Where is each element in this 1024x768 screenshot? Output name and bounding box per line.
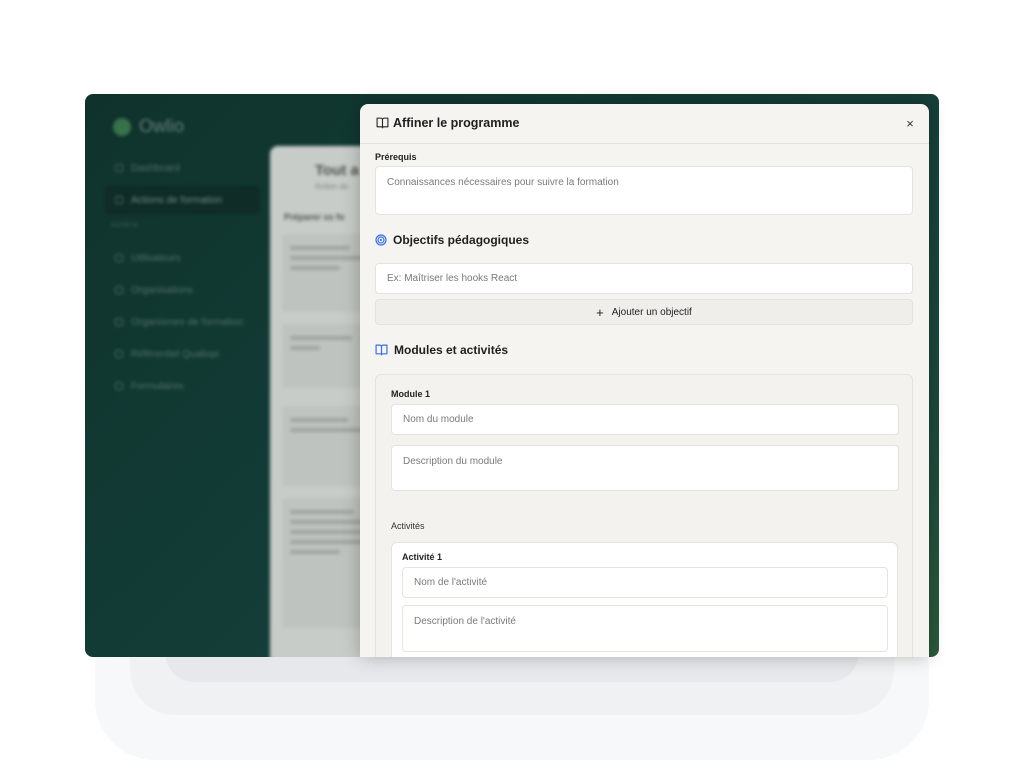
module-description-textarea[interactable]: Description du module bbox=[391, 445, 899, 491]
objectif-input[interactable]: Ex: Maîtriser les hooks React bbox=[375, 263, 913, 294]
sidebar-item-label: Utilisateurs bbox=[131, 252, 181, 264]
page-subtitle: Action de bbox=[315, 182, 349, 191]
sidebar-item-label: Référentiel Qualiopi bbox=[131, 348, 219, 360]
activity-label: Activité 1 bbox=[402, 552, 443, 562]
sidebar-item-referentiel[interactable]: Référentiel Qualiopi bbox=[105, 340, 260, 368]
building-icon bbox=[115, 286, 123, 294]
activity-name-input[interactable]: Nom de l'activité bbox=[402, 567, 888, 598]
sidebar-item-actions-de-formation[interactable]: Actions de formation bbox=[105, 186, 260, 214]
background-card bbox=[282, 324, 372, 388]
school-icon bbox=[115, 318, 123, 326]
checklist-icon bbox=[115, 350, 123, 358]
add-objectif-label: Ajouter un objectif bbox=[611, 306, 692, 318]
dashboard-icon bbox=[115, 164, 123, 172]
sidebar-nav: Dashboard Actions de formation ADMIN Uti… bbox=[105, 154, 260, 404]
program-modal: Affiner le programme × Prérequis Connais… bbox=[360, 104, 929, 657]
background-card bbox=[282, 406, 372, 486]
screenshot-stage: Owlio Dashboard Actions de formation ADM… bbox=[0, 0, 1024, 768]
background-card bbox=[282, 234, 372, 312]
sidebar-item-dashboard[interactable]: Dashboard bbox=[105, 154, 260, 182]
sidebar-item-label: Actions de formation bbox=[131, 194, 223, 206]
sidebar-group-label: ADMIN bbox=[111, 222, 139, 229]
users-icon bbox=[115, 254, 123, 262]
sidebar-item-utilisateurs[interactable]: Utilisateurs bbox=[105, 244, 260, 272]
sidebar-item-organisations[interactable]: Organisations bbox=[105, 276, 260, 304]
sidebar-item-label: Dashboard bbox=[131, 162, 180, 174]
page-title: Tout a bbox=[315, 162, 359, 179]
background-sidebar: Owlio Dashboard Actions de formation ADM… bbox=[85, 94, 270, 657]
book-icon bbox=[375, 344, 388, 356]
plus-icon: + bbox=[596, 304, 604, 320]
module-name-input[interactable]: Nom du module bbox=[391, 404, 899, 435]
section-heading: Préparer ss fo bbox=[284, 212, 345, 222]
close-icon[interactable]: × bbox=[900, 114, 920, 134]
logo-icon bbox=[113, 117, 131, 136]
sidebar-item-formulaires[interactable]: Formulaires bbox=[105, 372, 260, 400]
modules-section-title: Modules et activités bbox=[375, 343, 508, 357]
activities-label: Activités bbox=[391, 521, 425, 531]
activity-description-textarea[interactable]: Description de l'activité bbox=[402, 605, 888, 652]
modal-title: Affiner le programme bbox=[393, 116, 520, 130]
prerequis-label: Prérequis bbox=[375, 152, 417, 162]
form-icon bbox=[115, 382, 123, 390]
actions-icon bbox=[115, 196, 123, 204]
sidebar-item-label: Formulaires bbox=[131, 380, 184, 392]
sidebar-item-label: Organismes de formation bbox=[131, 316, 244, 328]
module-label: Module 1 bbox=[391, 389, 431, 399]
activity-card: Activité 1 Nom de l'activité Description… bbox=[391, 542, 898, 657]
sidebar-item-organismes[interactable]: Organismes de formation bbox=[105, 308, 260, 336]
section-title-text: Objectifs pédagogiques bbox=[393, 233, 530, 247]
app-logo: Owlio bbox=[113, 116, 184, 137]
prerequis-textarea[interactable]: Connaissances nécessaires pour suivre la… bbox=[375, 166, 913, 215]
add-objectif-button[interactable]: + Ajouter un objectif bbox=[375, 299, 913, 325]
target-icon bbox=[375, 234, 387, 246]
objectifs-section-title: Objectifs pédagogiques bbox=[375, 233, 529, 247]
background-card bbox=[282, 498, 372, 628]
section-title-text: Modules et activités bbox=[394, 343, 509, 357]
module-card: Module 1 Nom du module Description du mo… bbox=[375, 374, 913, 657]
sidebar-item-label: Organisations bbox=[131, 284, 193, 296]
book-icon bbox=[376, 117, 389, 129]
modal-header: Affiner le programme × bbox=[360, 104, 929, 144]
logo-text: Owlio bbox=[139, 116, 185, 136]
